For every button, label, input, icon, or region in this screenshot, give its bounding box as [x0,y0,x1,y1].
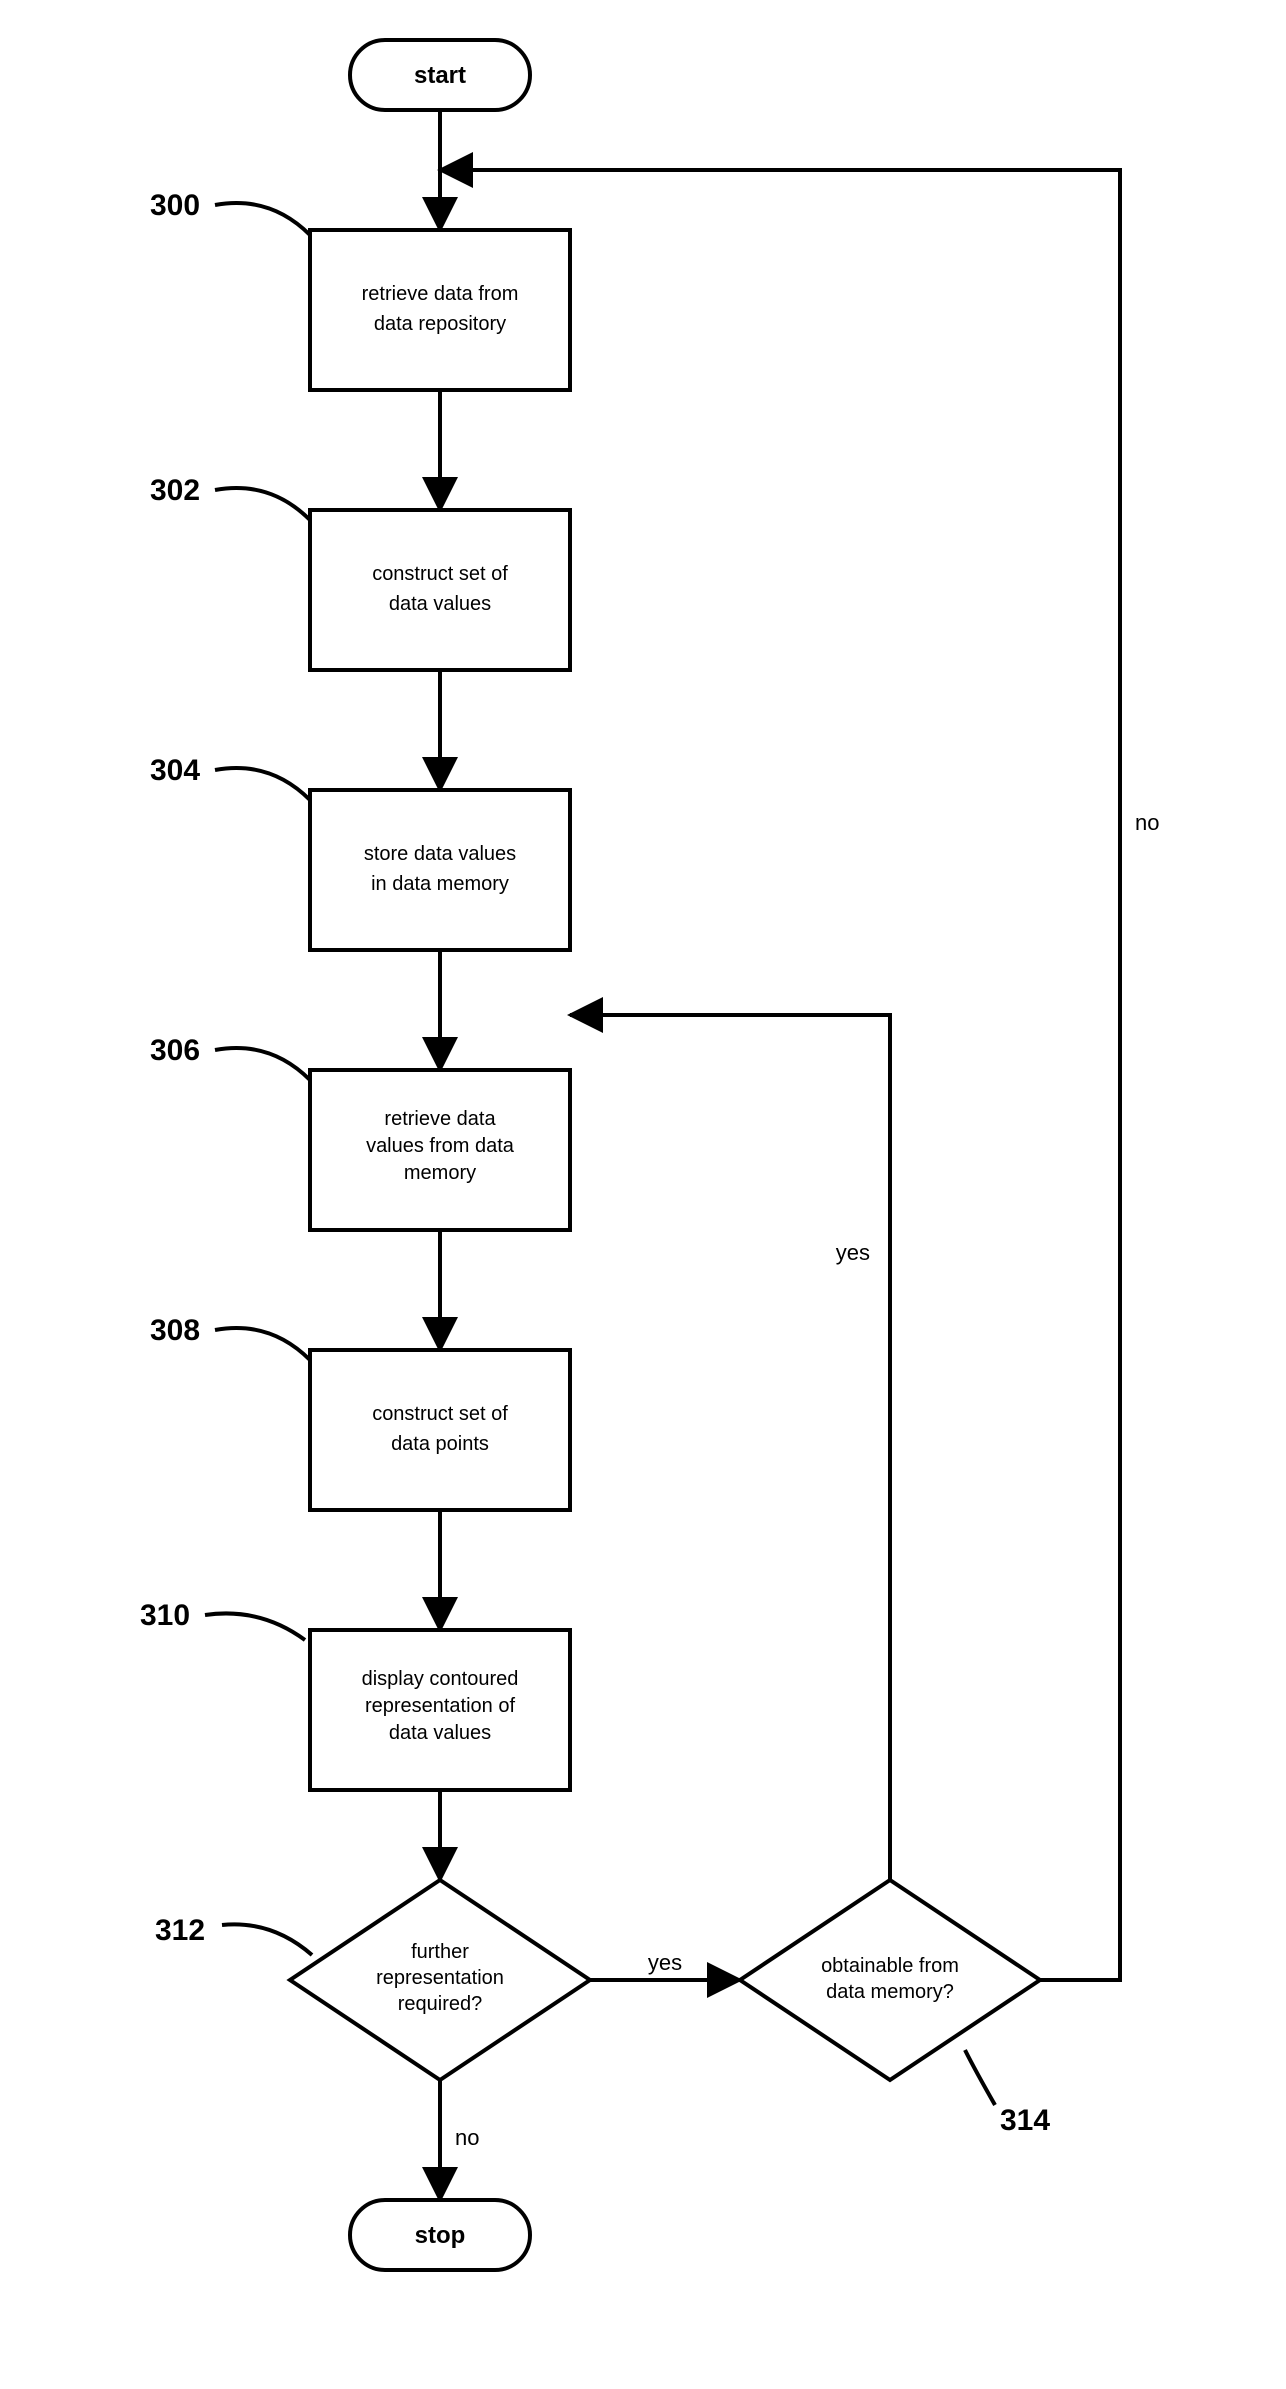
label-310: 310 [140,1599,190,1632]
edge-314-yes-label: yes [836,1240,870,1265]
decision-312: further representation required? [290,1880,590,2080]
step-308-line1: construct set of [372,1403,508,1425]
label-312: 312 [155,1914,205,1947]
step-302-line1: construct set of [372,563,508,585]
step-302: construct set of data values [310,510,570,670]
label-314: 314 [1000,2104,1050,2137]
leader-312 [222,1924,312,1955]
flowchart: start retrieve data from data repository… [0,0,1286,2389]
step-310-line3: data values [389,1722,491,1744]
leader-304 [215,768,310,800]
label-300: 300 [150,189,200,222]
terminal-start-text: start [414,62,466,89]
label-306: 306 [150,1034,200,1067]
leader-314 [965,2050,995,2105]
step-310: display contoured representation of data… [310,1630,570,1790]
step-304-line2: in data memory [371,873,509,895]
edge-314-yes-to-306 [570,1015,890,1880]
decision-312-line3: required? [398,1993,483,2015]
decision-312-line1: further [411,1941,469,1963]
leader-306 [215,1048,310,1080]
decision-314: obtainable from data memory? [740,1880,1040,2080]
edge-312-yes-label: yes [648,1950,682,1975]
terminal-stop: stop [350,2200,530,2270]
label-308: 308 [150,1314,200,1347]
edge-312-no-label: no [455,2125,479,2150]
step-308-line2: data points [391,1433,489,1455]
step-306-line1: retrieve data [384,1108,496,1130]
leader-300 [215,203,310,235]
terminal-start: start [350,40,530,110]
step-306-line3: memory [404,1162,476,1184]
decision-314-line1: obtainable from [821,1955,959,1977]
step-302-line2: data values [389,593,491,615]
step-306: retrieve data values from data memory [310,1070,570,1230]
step-310-line1: display contoured [362,1668,519,1690]
leader-310 [205,1613,305,1640]
edge-314-no-label: no [1135,810,1159,835]
step-310-line2: representation of [365,1695,516,1717]
decision-314-line2: data memory? [826,1981,954,2003]
label-302: 302 [150,474,200,507]
step-300: retrieve data from data repository [310,230,570,390]
step-308: construct set of data points [310,1350,570,1510]
leader-308 [215,1328,310,1360]
decision-312-line2: representation [376,1967,504,1989]
step-306-line2: values from data [366,1135,515,1157]
leader-302 [215,488,310,520]
terminal-stop-text: stop [415,2222,466,2249]
label-304: 304 [150,754,200,787]
step-304: store data values in data memory [310,790,570,950]
step-304-line1: store data values [364,843,516,865]
step-300-line2: data repository [374,313,506,335]
step-300-line1: retrieve data from [362,283,519,305]
